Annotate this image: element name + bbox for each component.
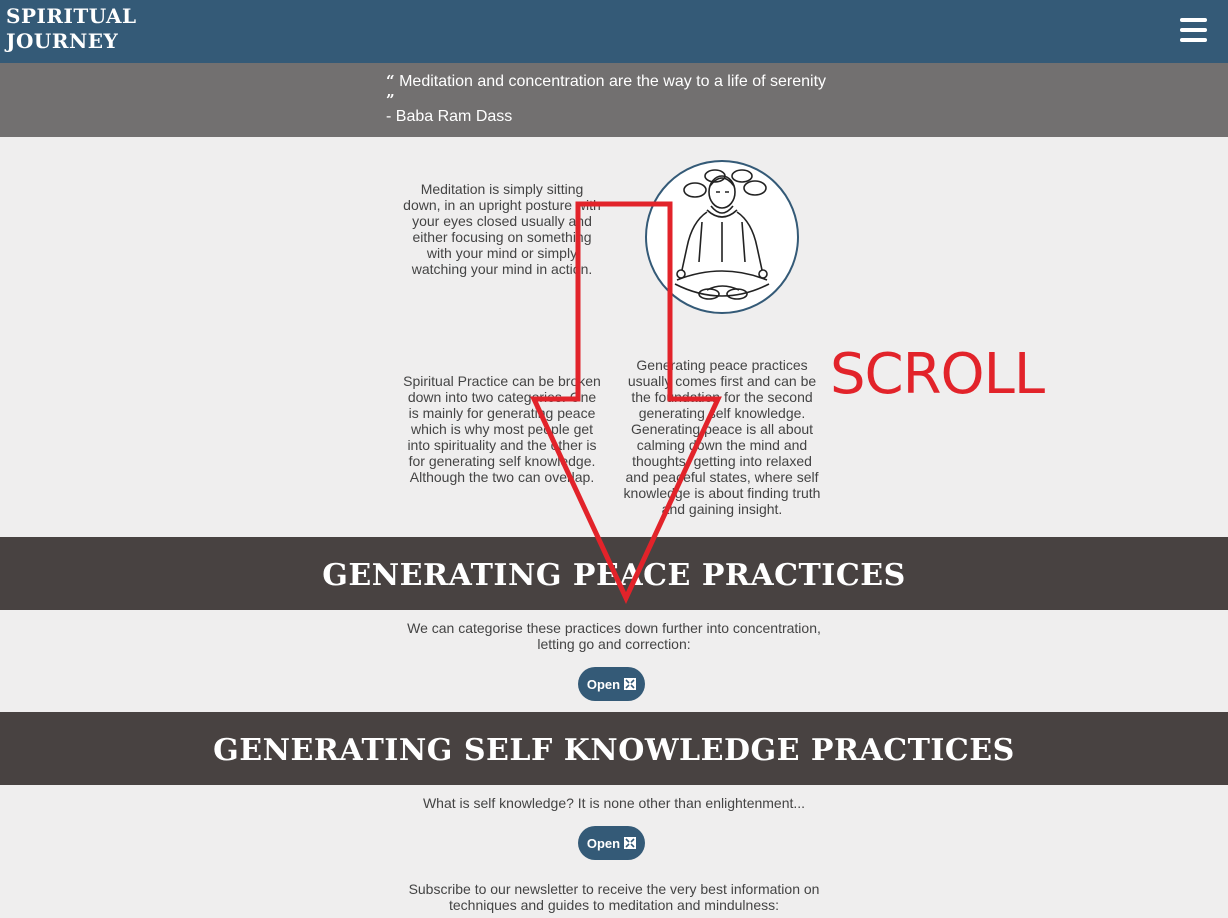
open-self-knowledge-button[interactable]: Open — [578, 826, 645, 860]
spiritual-practice-description: Spiritual Practice can be broken down in… — [403, 373, 601, 485]
self-knowledge-practices-header: GENERATING SELF KNOWLEDGE PRACTICES — [0, 712, 1228, 785]
open-button-label: Open — [586, 835, 621, 851]
brand-line-2: JOURNEY — [6, 29, 119, 53]
peace-practices-header: GENERATING PEACE PRACTICES — [0, 537, 1228, 610]
peace-practices-text: We can categorise these practices down f… — [407, 620, 821, 652]
meditation-description: Meditation is simply sitting down, in an… — [403, 181, 601, 277]
quote-text-block: “ Meditation and concentration are the w… — [386, 72, 856, 110]
scroll-annotation: SCROLL — [830, 342, 1045, 407]
quote-text: Meditation and concentration are the way… — [399, 73, 827, 90]
expand-icon — [624, 678, 637, 690]
newsletter-text: Subscribe to our newsletter to receive t… — [408, 881, 820, 913]
hamburger-menu-icon[interactable] — [1180, 18, 1207, 42]
navbar: SPIRITUAL JOURNEY — [0, 0, 1228, 63]
meditating-person-icon — [645, 160, 799, 314]
close-quote-icon: ” — [386, 91, 395, 109]
self-knowledge-text: What is self knowledge? It is none other… — [422, 795, 806, 811]
expand-icon — [624, 837, 637, 849]
section-title: GENERATING PEACE PRACTICES — [322, 558, 906, 593]
open-peace-practices-button[interactable]: Open — [578, 667, 645, 701]
open-quote-icon: “ — [386, 72, 395, 90]
section-title: GENERATING SELF KNOWLEDGE PRACTICES — [213, 733, 1015, 768]
open-button-label: Open — [586, 676, 621, 692]
quote-author: - Baba Ram Dass — [386, 108, 513, 125]
peace-practices-description: Generating peace practices usually comes… — [623, 357, 821, 517]
brand-logo[interactable]: SPIRITUAL JOURNEY — [6, 4, 156, 54]
brand-line-1: SPIRITUAL — [6, 4, 137, 28]
quote-banner: “ Meditation and concentration are the w… — [0, 63, 1228, 137]
